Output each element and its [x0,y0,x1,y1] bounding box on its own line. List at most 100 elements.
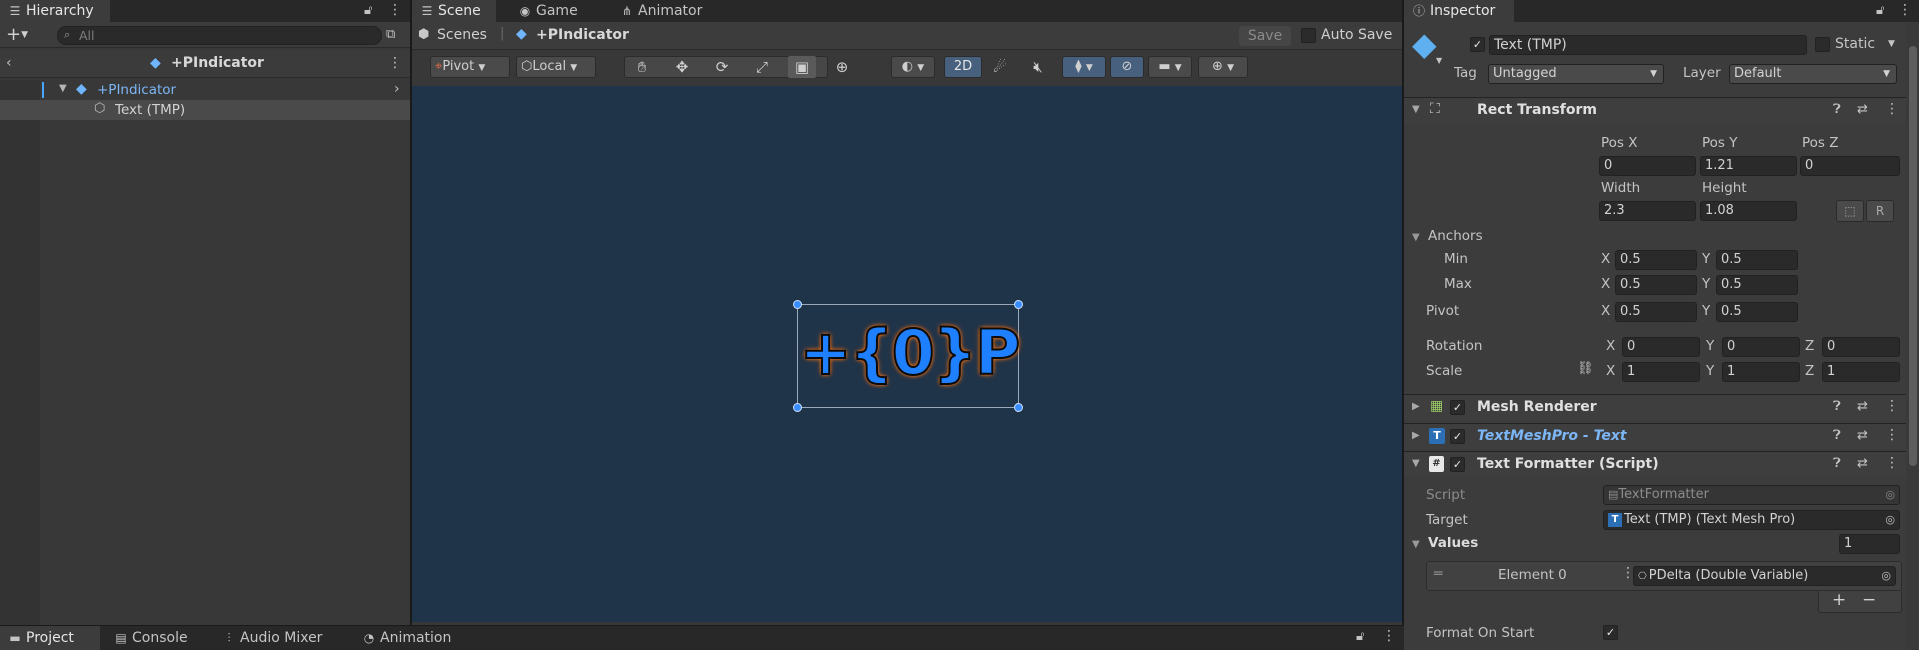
breadcrumb-prefab[interactable]: +PIndicator [536,27,629,43]
lock-icon[interactable]: 🔓︎ [364,3,372,18]
help-icon[interactable]: ❓︎ [1833,102,1841,117]
expand-arrow-icon[interactable]: ▼ [59,83,67,94]
rect-handle-bl[interactable] [793,403,802,412]
preset-icon[interactable]: ⇄ [1857,456,1868,471]
move-tool-icon[interactable]: ✥ [668,56,696,78]
component-menu-icon[interactable]: ⋮ [1885,101,1899,117]
tree-row-text-tmp[interactable]: ⬡ Text (TMP) [0,100,410,120]
element-field[interactable]: ⎔ PDelta (Double Variable) ◎ [1633,566,1896,586]
format-on-start-checkbox[interactable]: ✓ [1603,625,1618,640]
rect-handle-tr[interactable] [1014,300,1023,309]
object-picker-icon[interactable]: ◎ [1885,511,1895,529]
rotation-z-field[interactable]: 0 [1822,337,1900,357]
component-menu-icon[interactable]: ⋮ [1885,427,1899,443]
bottom-menu-icon[interactable]: ⋮ [1382,628,1396,644]
hierarchy-menu-icon[interactable]: ⋮ [388,2,402,18]
rect-handle-br[interactable] [1014,403,1023,412]
hierarchy-search-input[interactable]: ⌕ All [57,26,382,45]
scene-visibility-button[interactable]: ⊘ [1110,56,1144,78]
tag-dropdown[interactable]: Untagged ▼ [1488,64,1664,84]
help-icon[interactable]: ❓︎ [1833,399,1841,414]
chevron-right-icon[interactable]: › [394,81,400,97]
pos-y-field[interactable]: 1.21 [1700,156,1797,176]
rect-handle-tl[interactable] [793,300,802,309]
values-expand-icon[interactable]: ▼ [1412,539,1420,550]
camera-dropdown[interactable]: ▬ ▼ [1148,56,1192,78]
tab-game[interactable]: ◉ Game [510,0,588,22]
preset-icon[interactable]: ⇄ [1857,102,1868,117]
rotation-y-field[interactable]: 0 [1722,337,1800,357]
component-menu-icon[interactable]: ⋮ [1885,455,1899,471]
breadcrumb-scenes[interactable]: Scenes [437,27,487,43]
scrollbar-thumb[interactable] [1909,46,1917,466]
target-field[interactable]: T Text (TMP) (Text Mesh Pro) ◎ [1603,510,1900,530]
pos-x-field[interactable]: 0 [1599,156,1696,176]
raw-edit-button[interactable]: R [1866,200,1894,222]
mesh-renderer-header[interactable]: ▶ ▦ ✓ Mesh Renderer ❓︎ ⇄ ⋮ [1404,394,1906,420]
object-name-field[interactable]: Text (TMP) [1489,35,1807,55]
tree-row-pindicator[interactable]: ▼ ◆ +PIndicator › [0,80,410,100]
link-icon[interactable]: ⛓︎ [1577,361,1594,376]
add-element-button[interactable]: + [1832,590,1846,610]
anchors-expand-icon[interactable]: ▼ [1412,232,1420,243]
object-active-checkbox[interactable]: ✓ [1470,37,1485,52]
add-icon[interactable]: +▼ [6,24,28,45]
drag-handle-icon[interactable]: ═ [1434,566,1442,582]
textmeshpro-header[interactable]: ▶ T ✓ TextMeshPro - Text ❓︎ ⇄ ⋮ [1404,423,1906,449]
anchor-min-y-field[interactable]: 0.5 [1716,250,1798,270]
audio-mute-icon[interactable]: 🔇︎ [1024,56,1052,78]
object-icon-dropdown[interactable]: ▼ [1436,56,1442,65]
blueprint-mode-button[interactable]: ⬚ [1836,200,1864,222]
local-dropdown[interactable]: ⬡Local ▼ [516,56,596,78]
save-button[interactable]: Save [1239,26,1291,46]
preset-icon[interactable]: ⇄ [1857,428,1868,443]
scale-tool-icon[interactable]: ⤢ [748,56,776,78]
layer-dropdown[interactable]: Default ▼ [1729,64,1897,84]
tab-hierarchy[interactable]: ☰ Hierarchy [0,0,110,22]
pivot-x-field[interactable]: 0.5 [1615,302,1697,322]
tab-audio-mixer[interactable]: ⫶ Audio Mixer [214,626,332,650]
anchor-max-x-field[interactable]: 0.5 [1615,275,1697,295]
rect-selection[interactable]: +{0}P [793,300,1023,412]
pivot-y-field[interactable]: 0.5 [1716,302,1798,322]
rotation-x-field[interactable]: 0 [1622,337,1700,357]
tab-animator[interactable]: ⋔ Animator [612,0,712,22]
tab-project[interactable]: ▬ Project [0,626,100,650]
toggle-2d-button[interactable]: 2D [944,56,982,78]
effects-dropdown[interactable]: ⧫ ▼ [1062,56,1106,78]
text-formatter-header[interactable]: ▼ # ✓ Text Formatter (Script) ❓︎ ⇄ ⋮ [1404,451,1906,477]
tmp-enabled-checkbox[interactable]: ✓ [1450,429,1465,444]
height-field[interactable]: 1.08 [1700,201,1797,221]
mesh-renderer-enabled-checkbox[interactable]: ✓ [1450,400,1465,415]
tab-inspector[interactable]: ⓘ Inspector [1404,0,1514,22]
lock-icon[interactable]: 🔓︎ [1356,629,1364,644]
pivot-dropdown[interactable]: ⌖Pivot ▼ [430,56,510,78]
rotate-tool-icon[interactable]: ⟳ [708,56,736,78]
scale-x-field[interactable]: 1 [1622,362,1700,382]
rect-transform-header[interactable]: ▼ ⛶ Rect Transform ❓︎ ⇄ ⋮ [1404,97,1906,123]
draw-mode-dropdown[interactable]: ◐ ▼ [891,56,935,78]
gizmos-dropdown[interactable]: ⊕ ▼ [1198,56,1248,78]
tab-animation[interactable]: ◔ Animation [354,626,461,650]
rect-tool-icon[interactable]: ▣ [788,56,816,78]
inspector-menu-icon[interactable]: ⋮ [1898,2,1912,18]
prefab-menu-icon[interactable]: ⋮ [388,55,402,71]
scale-y-field[interactable]: 1 [1722,362,1800,382]
remove-element-button[interactable]: − [1862,590,1876,610]
anchor-max-y-field[interactable]: 0.5 [1716,275,1798,295]
back-chevron-icon[interactable]: ‹ [6,55,12,71]
component-menu-icon[interactable]: ⋮ [1885,398,1899,414]
width-field[interactable]: 2.3 [1599,201,1696,221]
static-checkbox[interactable] [1815,37,1830,52]
inspector-scrollbar[interactable] [1906,22,1919,650]
scale-z-field[interactable]: 1 [1822,362,1900,382]
transform-tool-icon[interactable]: ⊕ [828,56,856,78]
help-icon[interactable]: ❓︎ [1833,456,1841,471]
anchor-min-x-field[interactable]: 0.5 [1615,250,1697,270]
lock-icon[interactable]: 🔓︎ [1876,3,1884,18]
formatter-enabled-checkbox[interactable]: ✓ [1450,457,1465,472]
auto-save-checkbox[interactable] [1301,28,1316,43]
search-options-icon[interactable]: ⧉ [386,27,395,42]
object-picker-icon[interactable]: ◎ [1881,567,1891,585]
tab-scene[interactable]: ☰ Scene [412,0,496,22]
